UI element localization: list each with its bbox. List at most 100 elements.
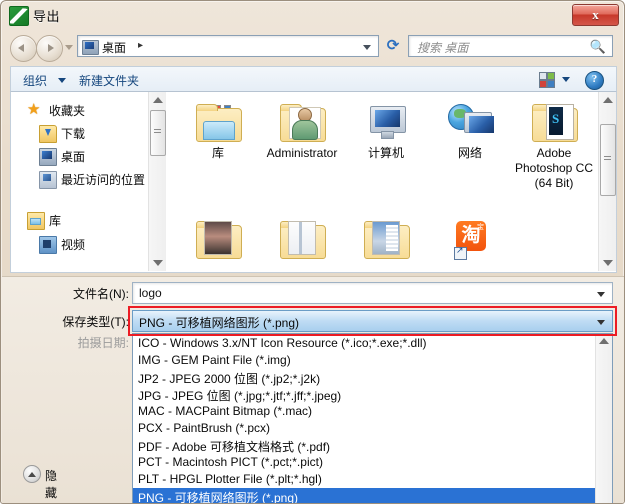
dropdown-option[interactable]: PCX - PaintBrush (*.pcx) bbox=[133, 420, 596, 438]
photoshop-folder-icon bbox=[530, 100, 578, 144]
help-icon[interactable]: ? bbox=[585, 71, 604, 90]
file-item-network[interactable]: 网络 bbox=[428, 100, 512, 161]
scroll-down-icon[interactable] bbox=[603, 260, 613, 266]
savetype-combobox[interactable]: PNG - 可移植网络图形 (*.png) bbox=[132, 310, 613, 332]
close-button[interactable]: x bbox=[572, 4, 619, 26]
network-icon bbox=[446, 100, 494, 144]
dropdown-option[interactable]: JPG - JPEG 位图 (*.jpg;*.jtf;*.jff;*.jpeg) bbox=[133, 386, 596, 404]
filename-value: logo bbox=[139, 286, 162, 300]
sidebar-scrollbar[interactable] bbox=[148, 92, 166, 271]
file-item-screenshot-folder[interactable] bbox=[344, 217, 428, 263]
close-icon: x bbox=[592, 7, 599, 22]
file-item-label: Adobe Photoshop CC (64 Bit) bbox=[514, 146, 594, 190]
address-bar[interactable]: 桌面 ▸ bbox=[77, 35, 379, 57]
file-item-label: 网络 bbox=[457, 146, 482, 160]
taobao-shortcut-icon: 淘宝 bbox=[446, 217, 494, 261]
dropdown-option-selected[interactable]: PNG - 可移植网络图形 (*.png) bbox=[133, 488, 596, 503]
filename-row: 文件名(N): bbox=[1, 282, 129, 304]
savetype-dropdown-list[interactable]: ICO - Windows 3.x/NT Icon Resource (*.ic… bbox=[132, 333, 613, 503]
refresh-icon[interactable]: ⟳ bbox=[384, 37, 402, 55]
file-item-label: Administrator bbox=[266, 146, 338, 160]
datetaken-row: 拍摄日期: bbox=[1, 331, 129, 353]
file-list-pane: 库 Administrator 计算机 网络 S Adobe Photoshop… bbox=[168, 92, 616, 271]
recent-places-icon bbox=[39, 171, 57, 189]
browser-content: ★ 收藏夹 下载 桌面 最近访问的位置 库 视频 库 Administrator… bbox=[10, 92, 617, 273]
scroll-down-icon[interactable] bbox=[153, 260, 163, 266]
desktop-icon bbox=[39, 148, 57, 166]
filename-label: 文件名(N): bbox=[73, 287, 129, 301]
savetype-value: PNG - 可移植网络图形 (*.png) bbox=[139, 316, 300, 330]
downloads-folder-icon bbox=[39, 125, 57, 143]
navigation-bar: 桌面 ▸ ⟳ 搜索 桌面 🔍 bbox=[1, 29, 624, 65]
filename-input[interactable]: logo bbox=[132, 282, 613, 304]
command-toolbar: 组织 新建文件夹 ? bbox=[10, 66, 617, 92]
title-bar: 导出 x bbox=[1, 1, 624, 29]
computer-icon bbox=[362, 100, 410, 144]
file-item-taobao-shortcut[interactable]: 淘宝 bbox=[428, 217, 512, 263]
address-text: 桌面 bbox=[102, 41, 127, 55]
organize-button[interactable]: 组织 bbox=[23, 72, 47, 89]
file-item-photoshop[interactable]: Adobe Photoshop CC (64 Bit) bbox=[512, 100, 596, 191]
videos-icon bbox=[39, 236, 57, 254]
dropdown-option[interactable]: JP2 - JPEG 2000 位图 (*.jp2;*.j2k) bbox=[133, 369, 596, 387]
file-item-administrator[interactable]: Administrator bbox=[260, 100, 344, 161]
snagit-green-icon bbox=[9, 6, 29, 26]
navigation-pane: ★ 收藏夹 下载 桌面 最近访问的位置 库 视频 bbox=[11, 92, 168, 271]
chevron-down-icon[interactable] bbox=[597, 292, 605, 297]
search-icon: 🔍 bbox=[589, 39, 606, 54]
sidebar-item-label: 库 bbox=[49, 214, 62, 228]
hide-folders-label: 隐藏文件夹 bbox=[45, 469, 58, 500]
chevron-down-icon[interactable] bbox=[363, 45, 371, 50]
savetype-label: 保存类型(T): bbox=[62, 315, 129, 329]
file-item-label: 库 bbox=[211, 146, 224, 160]
sidebar-item-label: 下载 bbox=[61, 127, 86, 141]
dropdown-option[interactable]: IMG - GEM Paint File (*.img) bbox=[133, 352, 596, 370]
search-placeholder: 搜索 桌面 bbox=[417, 41, 469, 55]
dropdown-option[interactable]: ICO - Windows 3.x/NT Icon Resource (*.ic… bbox=[133, 335, 596, 353]
scroll-up-icon[interactable] bbox=[599, 338, 609, 344]
file-item-libraries[interactable]: 库 bbox=[176, 100, 260, 161]
star-icon: ★ bbox=[27, 101, 41, 118]
export-save-dialog: 导出 x 桌面 ▸ ⟳ 搜索 桌面 🔍 组织 新建文件夹 ? ★ 收藏夹 下载 … bbox=[0, 0, 625, 504]
scrollbar-thumb[interactable] bbox=[600, 124, 616, 196]
breadcrumb-separator: ▸ bbox=[138, 40, 144, 51]
file-item-label: 计算机 bbox=[367, 146, 404, 160]
window-title: 导出 bbox=[33, 9, 61, 24]
shortcut-arrow-icon bbox=[454, 245, 467, 260]
chevron-down-icon[interactable] bbox=[58, 78, 66, 83]
dropdown-option[interactable]: PCT - Macintosh PICT (*.pct;*.pict) bbox=[133, 454, 596, 472]
file-item-document-folder[interactable] bbox=[260, 217, 344, 263]
libraries-icon bbox=[27, 212, 45, 230]
sidebar-item-label: 最近访问的位置 bbox=[61, 173, 146, 187]
dropdown-option[interactable]: PDF - Adobe 可移植文档格式 (*.pdf) bbox=[133, 437, 596, 455]
file-item-computer[interactable]: 计算机 bbox=[344, 100, 428, 161]
search-input[interactable]: 搜索 桌面 🔍 bbox=[408, 35, 613, 57]
new-folder-button[interactable]: 新建文件夹 bbox=[79, 72, 139, 89]
dropdown-option[interactable]: PLT - HPGL Plotter File (*.plt;*.hgl) bbox=[133, 471, 596, 489]
screenshot-folder-icon bbox=[362, 217, 410, 261]
photo-folder-icon bbox=[194, 217, 242, 261]
file-pane-scrollbar[interactable] bbox=[598, 92, 616, 271]
sidebar-item-label: 桌面 bbox=[61, 150, 86, 164]
chevron-up-circle-icon bbox=[23, 465, 41, 483]
back-button[interactable] bbox=[10, 35, 37, 62]
chevron-down-icon[interactable] bbox=[597, 320, 605, 325]
dropdown-option[interactable]: MAC - MACPaint Bitmap (*.mac) bbox=[133, 403, 596, 421]
scroll-up-icon[interactable] bbox=[603, 97, 613, 103]
file-item-photo-folder[interactable] bbox=[176, 217, 260, 263]
view-mode-icon[interactable] bbox=[539, 72, 555, 88]
forward-button[interactable] bbox=[36, 35, 63, 62]
scroll-up-icon[interactable] bbox=[153, 97, 163, 103]
datetaken-label: 拍摄日期: bbox=[77, 336, 129, 350]
user-folder-icon bbox=[278, 100, 326, 144]
savetype-row: 保存类型(T): bbox=[1, 310, 129, 332]
history-dropdown-icon[interactable] bbox=[65, 45, 73, 50]
chevron-down-icon[interactable] bbox=[562, 77, 570, 82]
sidebar-item-label: 收藏夹 bbox=[49, 104, 86, 118]
libraries-folder-icon bbox=[194, 100, 242, 144]
sidebar-item-label: 视频 bbox=[61, 238, 86, 252]
dropdown-scrollbar[interactable] bbox=[595, 334, 612, 503]
scrollbar-thumb[interactable] bbox=[150, 110, 166, 156]
document-folder-icon bbox=[278, 217, 326, 261]
help-label: ? bbox=[591, 73, 598, 85]
